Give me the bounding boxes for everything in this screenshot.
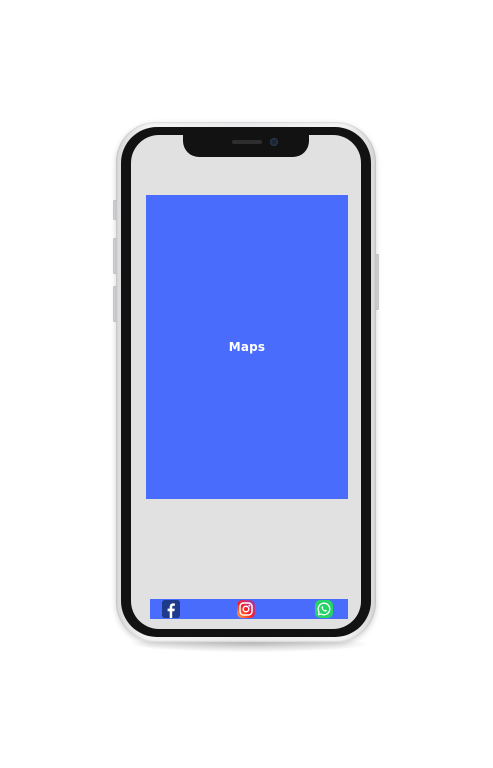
social-bar [150,599,348,619]
whatsapp-icon[interactable] [315,600,333,618]
front-camera [270,138,278,146]
mockup-stage: Maps [0,0,493,768]
earpiece-speaker [232,140,262,144]
maps-panel[interactable]: Maps [146,195,348,499]
instagram-icon[interactable] [237,600,255,618]
facebook-icon[interactable] [162,600,180,618]
maps-label: Maps [228,340,266,354]
phone-notch [183,133,309,157]
